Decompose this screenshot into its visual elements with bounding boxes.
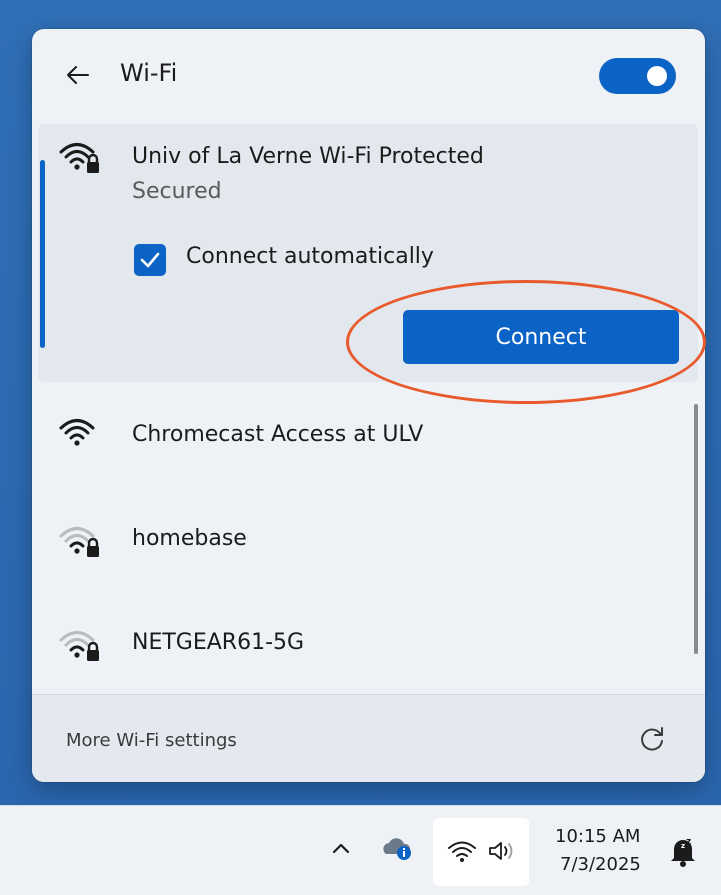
flyout-header: Wi-Fi [32, 29, 705, 124]
network-name: Chromecast Access at ULV [132, 422, 424, 447]
checkmark-icon [140, 252, 160, 268]
connect-automatically-checkbox[interactable] [134, 244, 166, 276]
clock-time[interactable]: 10:15 AM [555, 826, 640, 847]
network-list: Univ of La Verne Wi-Fi Protected Secured… [32, 124, 705, 694]
quick-settings-button[interactable] [433, 818, 529, 886]
connect-automatically-label: Connect automatically [186, 244, 434, 269]
show-hidden-icons-button[interactable] [327, 834, 355, 862]
refresh-button[interactable] [634, 721, 670, 757]
network-item-homebase[interactable]: homebase [38, 496, 698, 596]
selection-indicator [40, 160, 45, 348]
notification-button[interactable]: z z [668, 834, 698, 870]
network-status: Secured [132, 179, 222, 204]
wifi-toggle[interactable] [599, 58, 676, 94]
clock-date[interactable]: 7/3/2025 [560, 854, 641, 875]
wifi-weak-secured-icon [59, 527, 99, 557]
back-button[interactable] [60, 57, 96, 93]
network-name: homebase [132, 526, 247, 551]
wifi-icon [59, 419, 95, 446]
toggle-knob [647, 66, 667, 86]
wifi-weak-secured-icon [59, 631, 99, 661]
speaker-icon [489, 842, 513, 860]
arrow-left-icon [67, 66, 89, 84]
svg-text:z: z [686, 837, 691, 847]
network-name: NETGEAR61-5G [132, 630, 305, 655]
flyout-footer: More Wi-Fi settings [32, 694, 705, 782]
onedrive-icon [383, 838, 411, 860]
network-item-netgear61-5g[interactable]: NETGEAR61-5G [38, 600, 698, 700]
taskbar: 10:15 AM 7/3/2025 z z [0, 805, 721, 895]
network-name: Univ of La Verne Wi-Fi Protected [132, 144, 484, 169]
more-wifi-settings-link[interactable]: More Wi-Fi settings [66, 730, 237, 751]
notification-bell-icon: z z [671, 837, 695, 867]
network-item-chromecast[interactable]: Chromecast Access at ULV [38, 392, 698, 492]
refresh-icon [641, 727, 663, 751]
scrollbar[interactable] [694, 404, 698, 654]
connect-button[interactable]: Connect [403, 310, 679, 364]
onedrive-button[interactable] [380, 832, 416, 862]
wifi-icon [448, 841, 476, 862]
chevron-up-icon [332, 843, 350, 854]
wifi-secured-icon [59, 143, 99, 173]
network-item-univ-of-la-verne[interactable]: Univ of La Verne Wi-Fi Protected Secured… [38, 124, 698, 382]
svg-text:z: z [681, 842, 685, 850]
page-title: Wi-Fi [120, 59, 178, 87]
wifi-flyout: Wi-Fi Univ of La Verne Wi-Fi Protected S… [32, 29, 705, 782]
